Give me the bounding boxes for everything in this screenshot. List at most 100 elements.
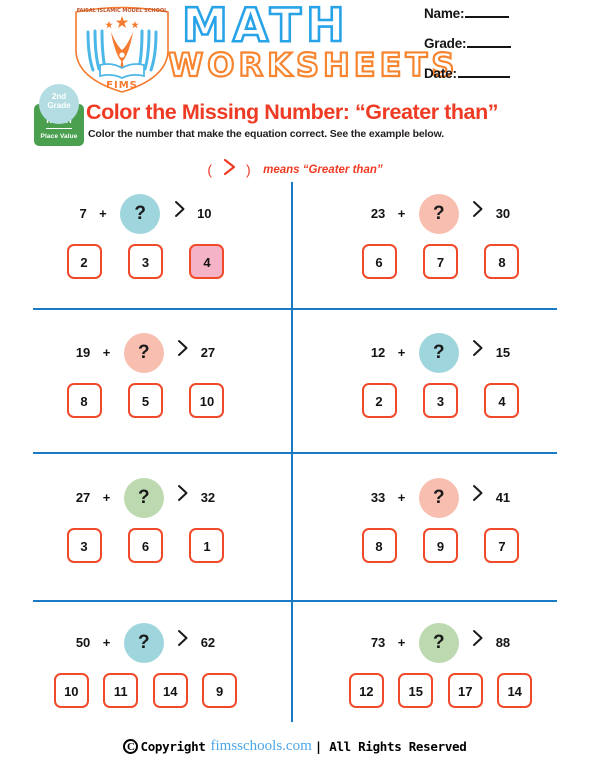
- wordmark-math: MATH: [181, 0, 350, 53]
- option-choice[interactable]: 2: [361, 383, 397, 418]
- equation-1-plus: +: [99, 206, 107, 221]
- equation-3-plus: +: [102, 345, 111, 360]
- option-choice[interactable]: 11: [103, 673, 139, 708]
- equation-1-question-circle[interactable]: ?: [120, 194, 161, 234]
- option-choice[interactable]: 15: [398, 673, 434, 708]
- equation-6-greater-than-icon: [471, 474, 484, 522]
- equation-2: 23 + ? 30: [295, 190, 586, 238]
- option-choice[interactable]: 5: [128, 383, 163, 418]
- legend-text: means “Greater than”: [263, 163, 383, 176]
- problem-grid: 7 + ? 10 2 3 4 23 + ? 30 6 7 8 19 + ? 27…: [0, 182, 590, 730]
- date-field-blank[interactable]: [457, 76, 510, 78]
- equation-7: 50 + ? 62: [0, 619, 291, 667]
- equation-3-greater-than-icon: [176, 329, 189, 377]
- problem-cell-7: 50 + ? 62 10 11 14 9: [0, 619, 291, 708]
- grid-horizontal-divider-2: [33, 452, 557, 455]
- grid-horizontal-divider-3: [33, 600, 557, 603]
- option-choice[interactable]: 7: [423, 244, 458, 279]
- equation-7-plus: +: [102, 635, 111, 650]
- equation-2-greater-than-icon: [471, 190, 484, 238]
- rights-text: | All Rights Reserved: [314, 739, 467, 755]
- footer: C Copyright fimsschools.com | All Rights Re…: [0, 738, 590, 756]
- equation-6-plus: +: [397, 490, 406, 505]
- equation-8-question-circle[interactable]: ?: [418, 623, 459, 663]
- option-choice[interactable]: 2: [66, 244, 102, 279]
- equation-8: 73 + ? 88: [295, 619, 586, 667]
- option-choice[interactable]: 9: [423, 528, 458, 563]
- copyright-icon: C: [123, 739, 139, 755]
- option-choice[interactable]: 8: [484, 244, 520, 279]
- page-subtitle: Color the number that make the equation …: [88, 128, 444, 140]
- problem-cell-8: 73 + ? 88 12 15 17 14: [295, 619, 586, 708]
- equation-3-question-circle[interactable]: ?: [123, 333, 164, 373]
- equation-7-question-circle[interactable]: ?: [123, 623, 164, 663]
- options-6: 8 9 7: [295, 528, 586, 563]
- option-choice[interactable]: 8: [361, 528, 397, 563]
- option-choice[interactable]: 1: [189, 528, 225, 563]
- option-choice[interactable]: 14: [152, 673, 188, 708]
- option-choice[interactable]: 4: [484, 383, 520, 418]
- equation-5-operand: 27: [75, 490, 91, 505]
- equation-8-result: 88: [495, 635, 511, 650]
- student-info-fields: Name: Grade: Date:: [424, 6, 590, 96]
- svg-text:FIMS: FIMS: [106, 80, 138, 91]
- equation-3-operand: 19: [75, 345, 91, 360]
- grade-field-blank[interactable]: [467, 46, 512, 48]
- equation-4-greater-than-icon: [471, 329, 484, 377]
- equation-4-plus: +: [397, 345, 406, 360]
- equation-1-operand: 7: [79, 206, 87, 221]
- topic-label: Place Value: [40, 133, 78, 140]
- option-choice[interactable]: 3: [128, 244, 163, 279]
- option-choice[interactable]: 6: [128, 528, 163, 563]
- equation-4-result: 15: [495, 345, 511, 360]
- copyright-text: Copyright: [140, 739, 206, 755]
- equation-2-plus: +: [397, 206, 406, 221]
- option-choice[interactable]: 6: [361, 244, 397, 279]
- equation-6-operand: 33: [370, 490, 386, 505]
- options-8: 12 15 17 14: [295, 673, 586, 708]
- option-choice[interactable]: 9: [202, 673, 238, 708]
- equation-4: 12 + ? 15: [295, 329, 586, 377]
- equation-6-result: 41: [495, 490, 511, 505]
- equation-6-question-circle[interactable]: ?: [418, 478, 459, 518]
- equation-8-plus: +: [397, 635, 406, 650]
- date-field-row: Date:: [424, 66, 590, 81]
- option-choice[interactable]: 10: [189, 383, 225, 418]
- equation-5: 27 + ? 32: [0, 474, 291, 522]
- legend-close-paren: ): [245, 161, 251, 178]
- equation-4-operand: 12: [370, 345, 386, 360]
- equation-2-result: 30: [495, 206, 511, 221]
- equation-1-greater-than-icon: [173, 190, 186, 238]
- equation-5-question-circle[interactable]: ?: [123, 478, 164, 518]
- equation-2-operand: 23: [370, 206, 386, 221]
- equation-8-operand: 73: [370, 635, 386, 650]
- equation-6: 33 + ? 41: [295, 474, 586, 522]
- date-field-label: Date:: [424, 66, 457, 81]
- option-choice[interactable]: 3: [423, 383, 458, 418]
- options-2: 6 7 8: [295, 244, 586, 279]
- options-4: 2 3 4: [295, 383, 586, 418]
- option-choice[interactable]: 10: [53, 673, 89, 708]
- option-choice[interactable]: 14: [497, 673, 533, 708]
- option-choice[interactable]: 7: [484, 528, 520, 563]
- grid-horizontal-divider-1: [33, 308, 557, 311]
- option-choice[interactable]: 17: [447, 673, 483, 708]
- equation-4-question-circle[interactable]: ?: [418, 333, 459, 373]
- option-choice[interactable]: 12: [348, 673, 384, 708]
- option-choice-selected[interactable]: 4: [189, 244, 225, 279]
- problem-cell-4: 12 + ? 15 2 3 4: [295, 329, 586, 418]
- equation-5-result: 32: [200, 490, 216, 505]
- name-field-blank[interactable]: [465, 16, 510, 18]
- equation-2-question-circle[interactable]: ?: [418, 194, 459, 234]
- legend-greater-than: ( ) means “Greater than”: [0, 158, 590, 181]
- option-choice[interactable]: 8: [66, 383, 102, 418]
- option-choice[interactable]: 3: [66, 528, 102, 563]
- school-logo: FAISAL ISLAMIC MODEL SCHOOL FIMS: [66, 2, 178, 94]
- website-link[interactable]: fimsschools.com: [211, 738, 312, 754]
- name-field-row: Name:: [424, 6, 590, 21]
- grade-field-row: Grade:: [424, 36, 590, 51]
- equation-7-operand: 50: [75, 635, 91, 650]
- equation-7-greater-than-icon: [176, 619, 189, 667]
- problem-cell-3: 19 + ? 27 8 5 10: [0, 329, 291, 418]
- equation-3: 19 + ? 27: [0, 329, 291, 377]
